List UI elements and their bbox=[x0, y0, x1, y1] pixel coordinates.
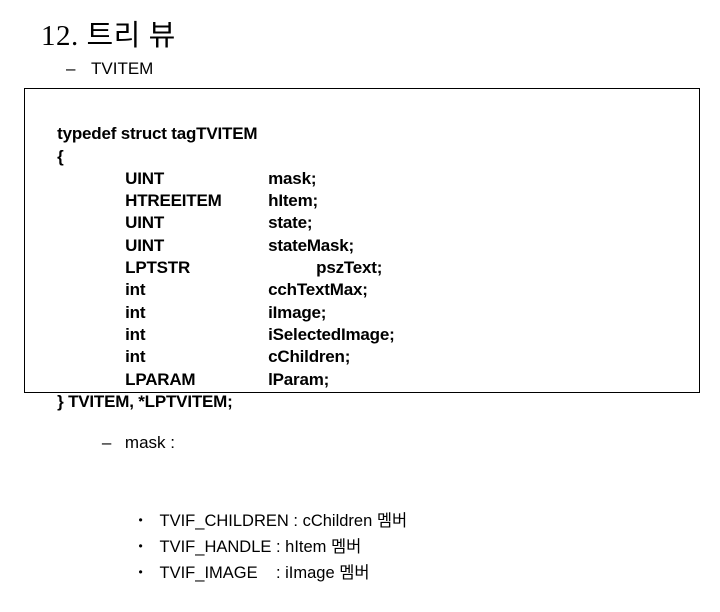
list-item: • TVIF_CHILDREN : cChildren 멤버 bbox=[111, 481, 408, 530]
flag-member: iImage 멤버 bbox=[285, 564, 370, 582]
field-type: LPARAM bbox=[125, 369, 196, 389]
field-name: iSelectedImage; bbox=[268, 324, 395, 344]
bullet-icon: • bbox=[138, 513, 143, 527]
field-name: state; bbox=[268, 213, 313, 233]
flag-label: TVIF_HANDLE bbox=[159, 538, 272, 556]
subtitle-label: TVITEM bbox=[91, 59, 154, 78]
mask-flag-list: • TVIF_CHILDREN : cChildren 멤버 • TVIF_HAND… bbox=[83, 481, 408, 582]
field-type: HTREEITEM bbox=[125, 191, 222, 211]
field-name: mask; bbox=[268, 168, 317, 188]
field-type: int bbox=[125, 302, 146, 322]
code-listing: typedef struct tagTVITEM { UINT mask; HTR… bbox=[30, 101, 699, 411]
code-block-container: typedef struct tagTVITEM { UINT mask; HTR… bbox=[24, 88, 700, 411]
flag-member: cChildren 멤버 bbox=[302, 512, 408, 530]
mask-heading-label: mask : bbox=[124, 433, 175, 452]
mask-section: – mask : • TVIF_CHILDREN : cChildren 멤버 • T… bbox=[83, 410, 408, 582]
flag-label: TVIF_IMAGE bbox=[159, 564, 258, 582]
field-name: hItem; bbox=[268, 191, 318, 211]
mask-heading-row: – mask : bbox=[83, 410, 407, 476]
code-line-header: typedef struct tagTVITEM bbox=[30, 101, 699, 143]
field-name: cchTextMax; bbox=[268, 280, 368, 300]
field-name: stateMask; bbox=[268, 235, 355, 255]
flag-label: TVIF_CHILDREN bbox=[159, 512, 289, 530]
flag-member: hItem 멤버 bbox=[285, 538, 362, 556]
field-type: int bbox=[125, 324, 146, 344]
page-title: 12. 트리 뷰 bbox=[41, 20, 176, 52]
flag-separator: : bbox=[271, 538, 286, 556]
open-brace: { bbox=[57, 146, 64, 166]
field-type: UINT bbox=[125, 213, 165, 233]
field-name: pszText; bbox=[316, 258, 383, 278]
flag-separator: : bbox=[288, 512, 303, 530]
subtitle-bullet-row: – TVITEM bbox=[66, 58, 153, 80]
dash-icon: – bbox=[66, 59, 76, 78]
bullet-icon: • bbox=[138, 565, 143, 579]
bullet-icon: • bbox=[138, 539, 143, 553]
field-name: iImage; bbox=[268, 302, 327, 322]
field-type: UINT bbox=[125, 235, 165, 255]
struct-declaration: typedef struct tagTVITEM bbox=[57, 124, 258, 144]
field-type: LPTSTR bbox=[125, 258, 191, 278]
flag-separator: : bbox=[257, 564, 286, 582]
field-type: UINT bbox=[125, 168, 165, 188]
field-type: int bbox=[125, 280, 146, 300]
dash-icon: – bbox=[101, 433, 112, 452]
code-line-field: UINT mask; bbox=[30, 146, 699, 188]
field-name: cChildren; bbox=[268, 347, 351, 367]
field-type: int bbox=[125, 347, 146, 367]
field-name: lParam; bbox=[268, 369, 330, 389]
